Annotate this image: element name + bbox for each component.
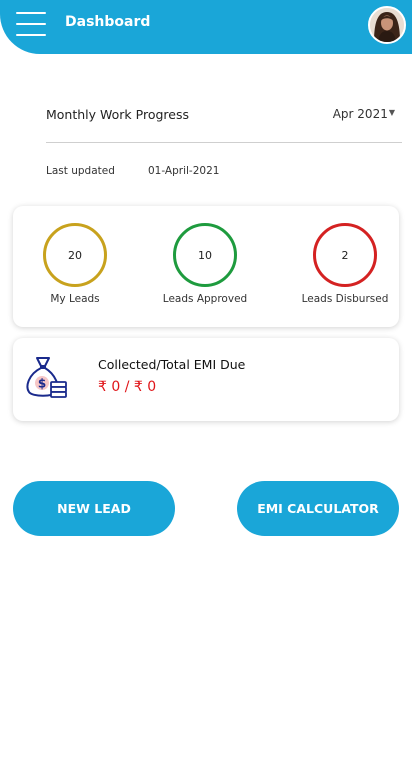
page-title: Dashboard (65, 14, 151, 30)
lead-stats-card: 20 My Leads 10 Leads Approved 2 Leads Di… (13, 206, 399, 327)
month-selector[interactable]: Apr 2021▼ (333, 107, 395, 121)
emi-due-title: Collected/Total EMI Due (98, 357, 246, 372)
monthly-progress-title: Monthly Work Progress (46, 107, 189, 122)
last-updated-value: 01-April-2021 (148, 165, 220, 177)
avatar-image (370, 8, 404, 42)
emi-calculator-button[interactable]: EMI CALCULATOR (237, 481, 399, 536)
my-leads-count: 20 (43, 223, 107, 287)
svg-text:$: $ (38, 377, 46, 391)
month-value: Apr 2021 (332, 107, 388, 121)
app-header: Dashboard (0, 0, 412, 54)
dropdown-caret-icon: ▼ (388, 108, 395, 117)
hamburger-menu-icon[interactable] (16, 10, 46, 38)
money-bag-icon: $ (26, 357, 67, 398)
new-lead-button[interactable]: NEW LEAD (13, 481, 175, 536)
stat-leads-disbursed[interactable]: 2 Leads Disbursed (290, 223, 400, 305)
leads-disbursed-label: Leads Disbursed (301, 293, 389, 305)
emi-due-amount: ₹ 0 / ₹ 0 (98, 379, 157, 395)
stat-my-leads[interactable]: 20 My Leads (20, 223, 130, 305)
stat-leads-approved[interactable]: 10 Leads Approved (150, 223, 260, 305)
leads-approved-label: Leads Approved (162, 293, 248, 305)
last-updated-label: Last updated (46, 165, 115, 177)
user-avatar[interactable] (368, 6, 406, 44)
leads-approved-count: 10 (173, 223, 237, 287)
emi-due-card[interactable]: $ Collected/Total EMI Due ₹ 0 / ₹ 0 (13, 338, 399, 421)
leads-disbursed-count: 2 (313, 223, 377, 287)
my-leads-label: My Leads (50, 293, 100, 305)
divider (46, 142, 402, 143)
